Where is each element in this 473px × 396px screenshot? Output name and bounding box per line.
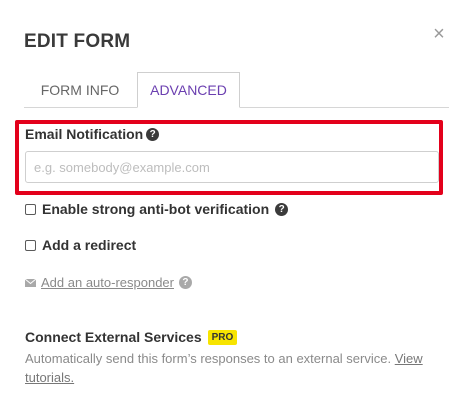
redirect-label: Add a redirect bbox=[42, 237, 137, 253]
close-icon[interactable]: × bbox=[430, 24, 448, 44]
email-notification-input[interactable] bbox=[25, 151, 439, 183]
antibot-checkbox[interactable] bbox=[25, 203, 36, 215]
antibot-label: Enable strong anti-bot verification bbox=[42, 201, 270, 217]
envelope-icon bbox=[25, 278, 36, 287]
external-services-text: Automatically send this form’s responses… bbox=[25, 351, 392, 366]
antibot-option[interactable]: Enable strong anti-bot verification ? bbox=[25, 201, 289, 217]
external-services-description: Automatically send this form’s responses… bbox=[25, 349, 445, 387]
dialog-title: EDIT FORM bbox=[24, 31, 131, 52]
edit-form-dialog: EDIT FORM × FORM INFO ADVANCED Email Not… bbox=[0, 0, 473, 396]
redirect-option[interactable]: Add a redirect bbox=[25, 237, 136, 253]
question-circle-icon[interactable]: ? bbox=[275, 202, 289, 216]
tab-bar: FORM INFO ADVANCED bbox=[24, 72, 449, 108]
tab-form-info[interactable]: FORM INFO bbox=[24, 72, 136, 108]
email-notification-label-text: Email Notification bbox=[25, 126, 144, 142]
autoresponder-row: Add an auto-responder ? bbox=[25, 275, 192, 290]
question-circle-icon[interactable]: ? bbox=[178, 276, 192, 289]
autoresponder-link[interactable]: Add an auto-responder bbox=[41, 275, 174, 290]
external-services-heading: Connect External Services PRO bbox=[25, 329, 238, 345]
question-circle-icon[interactable]: ? bbox=[146, 127, 160, 141]
pro-badge: PRO bbox=[207, 329, 238, 345]
external-services-title: Connect External Services bbox=[25, 329, 202, 345]
redirect-checkbox[interactable] bbox=[25, 239, 36, 251]
tab-advanced[interactable]: ADVANCED bbox=[137, 72, 240, 108]
email-notification-label: Email Notification ? bbox=[25, 126, 160, 142]
